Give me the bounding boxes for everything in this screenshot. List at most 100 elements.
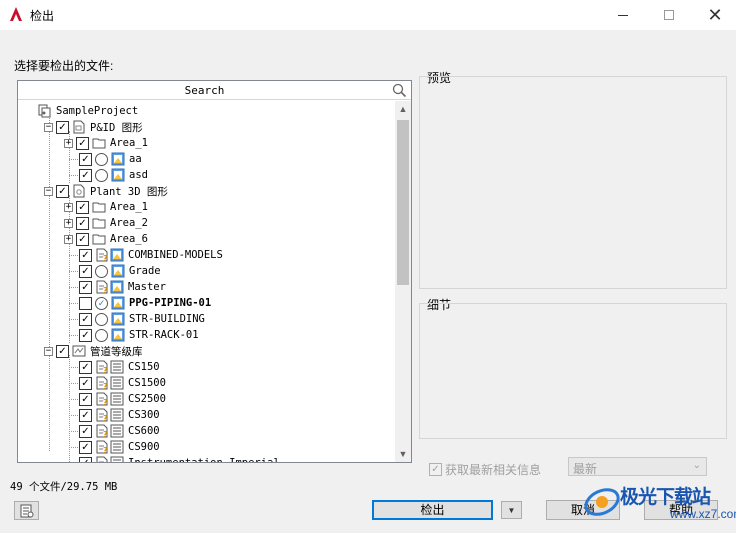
- tree-checkbox[interactable]: ✓: [79, 152, 92, 166]
- spec-folder-icon: [72, 344, 87, 358]
- tree-checkbox[interactable]: [79, 296, 92, 310]
- tree-checkbox[interactable]: ✓: [79, 312, 92, 326]
- tree-checkbox[interactable]: ✓: [79, 360, 92, 374]
- tree-node[interactable]: + ✓ Area_6: [64, 231, 148, 247]
- tree-checkbox[interactable]: ✓: [79, 456, 92, 462]
- collapse-icon[interactable]: −: [44, 122, 53, 132]
- tree-row[interactable]: ✓? Master: [18, 279, 395, 295]
- tree-checkbox[interactable]: ✓: [79, 392, 92, 406]
- tree-checkbox[interactable]: ✓: [79, 376, 92, 390]
- tree-node[interactable]: − ✓ P&ID 图形: [44, 119, 143, 135]
- log-button[interactable]: [14, 501, 39, 520]
- scroll-down-arrow-icon[interactable]: ▼: [395, 446, 411, 462]
- tree-row[interactable]: + ✓ Area_1: [18, 135, 395, 151]
- tree-node[interactable]: ✓? CS600: [79, 423, 160, 439]
- expand-icon[interactable]: +: [64, 202, 73, 212]
- tree-item-label: COMBINED-MODELS: [128, 249, 223, 261]
- search-input[interactable]: Search: [18, 81, 411, 100]
- tree-checkbox[interactable]: ✓: [79, 408, 92, 422]
- tree-checkbox[interactable]: ✓: [79, 440, 92, 454]
- tree-row[interactable]: ✓? Instrumentation Imperial: [18, 455, 395, 462]
- tree-node[interactable]: + ✓ Area_1: [64, 135, 148, 151]
- tree-node[interactable]: ✓ STR-RACK-01: [79, 327, 199, 343]
- tree-node[interactable]: + ✓ Area_1: [64, 199, 148, 215]
- tree-row[interactable]: ✓? COMBINED-MODELS: [18, 247, 395, 263]
- tree-node[interactable]: ✓ asd: [79, 167, 148, 183]
- tree-checkbox[interactable]: ✓: [79, 248, 92, 262]
- tree-row[interactable]: + ✓ Area_2: [18, 215, 395, 231]
- tree-item-label: Area_1: [110, 137, 148, 149]
- tree-checkbox[interactable]: ✓: [76, 200, 89, 214]
- tree-node[interactable]: ✓ Grade: [79, 263, 161, 279]
- maximize-button[interactable]: [646, 0, 692, 30]
- tree-checkbox[interactable]: ✓: [79, 280, 92, 294]
- tree-checkbox[interactable]: ✓: [56, 344, 69, 358]
- tree-row[interactable]: ✓ Grade: [18, 263, 395, 279]
- tree-node[interactable]: ✓? CS2500: [79, 391, 166, 407]
- tree-row[interactable]: ✓ aa: [18, 151, 395, 167]
- cancel-button[interactable]: 取消: [546, 500, 620, 520]
- tree-row[interactable]: − ✓ 管道等级库: [18, 343, 395, 359]
- close-button[interactable]: ✕: [692, 0, 736, 30]
- drawing-icon: [111, 152, 126, 166]
- version-select[interactable]: 最新 ⌄: [568, 457, 707, 476]
- tree-row[interactable]: − ✓ Plant 3D 图形: [18, 183, 395, 199]
- tree-node[interactable]: ✓ STR-BUILDING: [79, 311, 205, 327]
- tree-checkbox[interactable]: ✓: [79, 424, 92, 438]
- collapse-icon[interactable]: −: [44, 346, 53, 356]
- tree-node[interactable]: − ✓ Plant 3D 图形: [44, 183, 168, 199]
- tree-row[interactable]: ✓ STR-BUILDING: [18, 311, 395, 327]
- tree-checkbox[interactable]: ✓: [76, 216, 89, 230]
- tree-node[interactable]: ✓? Instrumentation Imperial: [79, 455, 280, 462]
- tree-node[interactable]: ✓? COMBINED-MODELS: [79, 247, 223, 263]
- tree-node[interactable]: ✓? CS150: [79, 359, 160, 375]
- tree-node[interactable]: ✓ aa: [79, 151, 142, 167]
- minimize-button[interactable]: [600, 0, 646, 30]
- collapse-icon[interactable]: −: [44, 186, 53, 196]
- tree-checkbox[interactable]: ✓: [79, 328, 92, 342]
- scroll-thumb[interactable]: [397, 120, 409, 285]
- tree-node[interactable]: SampleProject: [38, 103, 138, 119]
- tree-row[interactable]: + ✓ Area_6: [18, 231, 395, 247]
- status-radio-icon: [95, 328, 108, 342]
- tree-row[interactable]: ✓ asd: [18, 167, 395, 183]
- tree-checkbox[interactable]: ✓: [79, 264, 92, 278]
- help-button[interactable]: 帮助: [644, 500, 718, 520]
- tree-row[interactable]: ✓? CS1500: [18, 375, 395, 391]
- tree-row[interactable]: ✓ STR-RACK-01: [18, 327, 395, 343]
- tree-item-label: STR-RACK-01: [129, 329, 199, 341]
- tree-checkbox[interactable]: ✓: [56, 120, 69, 134]
- tree-node[interactable]: ✓ PPG-PIPING-01: [79, 295, 211, 311]
- tree-node[interactable]: ✓? CS1500: [79, 375, 166, 391]
- search-placeholder: Search: [184, 84, 225, 97]
- scroll-up-arrow-icon[interactable]: ▲: [395, 101, 411, 117]
- drawing-icon: [111, 296, 126, 310]
- get-latest-checkbox[interactable]: ✓ 获取最新相关信息: [429, 461, 541, 478]
- tree-checkbox[interactable]: ✓: [79, 168, 92, 182]
- checkout-button[interactable]: 检出: [372, 500, 493, 520]
- tree-node[interactable]: ✓? CS300: [79, 407, 160, 423]
- tree-row[interactable]: ✓? CS2500: [18, 391, 395, 407]
- tree-checkbox[interactable]: ✓: [56, 184, 69, 198]
- tree-row[interactable]: ✓? CS600: [18, 423, 395, 439]
- expand-icon[interactable]: +: [64, 138, 73, 148]
- tree-row[interactable]: ✓? CS900: [18, 439, 395, 455]
- tree-node[interactable]: ✓? CS900: [79, 439, 160, 455]
- tree-node[interactable]: − ✓ 管道等级库: [44, 343, 143, 359]
- checkout-options-dropdown[interactable]: ▼: [501, 501, 522, 519]
- tree-checkbox[interactable]: ✓: [76, 232, 89, 246]
- tree-row[interactable]: SampleProject: [18, 103, 395, 119]
- vertical-scrollbar[interactable]: ▲ ▼: [395, 101, 411, 462]
- tree-item-label: Area_1: [110, 201, 148, 213]
- tree-row[interactable]: − ✓ P&ID 图形: [18, 119, 395, 135]
- tree-node[interactable]: + ✓ Area_2: [64, 215, 148, 231]
- tree-node[interactable]: ✓? Master: [79, 279, 166, 295]
- search-icon[interactable]: [392, 83, 407, 98]
- tree-checkbox[interactable]: ✓: [76, 136, 89, 150]
- tree-row[interactable]: ✓? CS300: [18, 407, 395, 423]
- tree-row[interactable]: ✓? CS150: [18, 359, 395, 375]
- expand-icon[interactable]: +: [64, 218, 73, 228]
- tree-row[interactable]: ✓ PPG-PIPING-01: [18, 295, 395, 311]
- expand-icon[interactable]: +: [64, 234, 73, 244]
- tree-row[interactable]: + ✓ Area_1: [18, 199, 395, 215]
